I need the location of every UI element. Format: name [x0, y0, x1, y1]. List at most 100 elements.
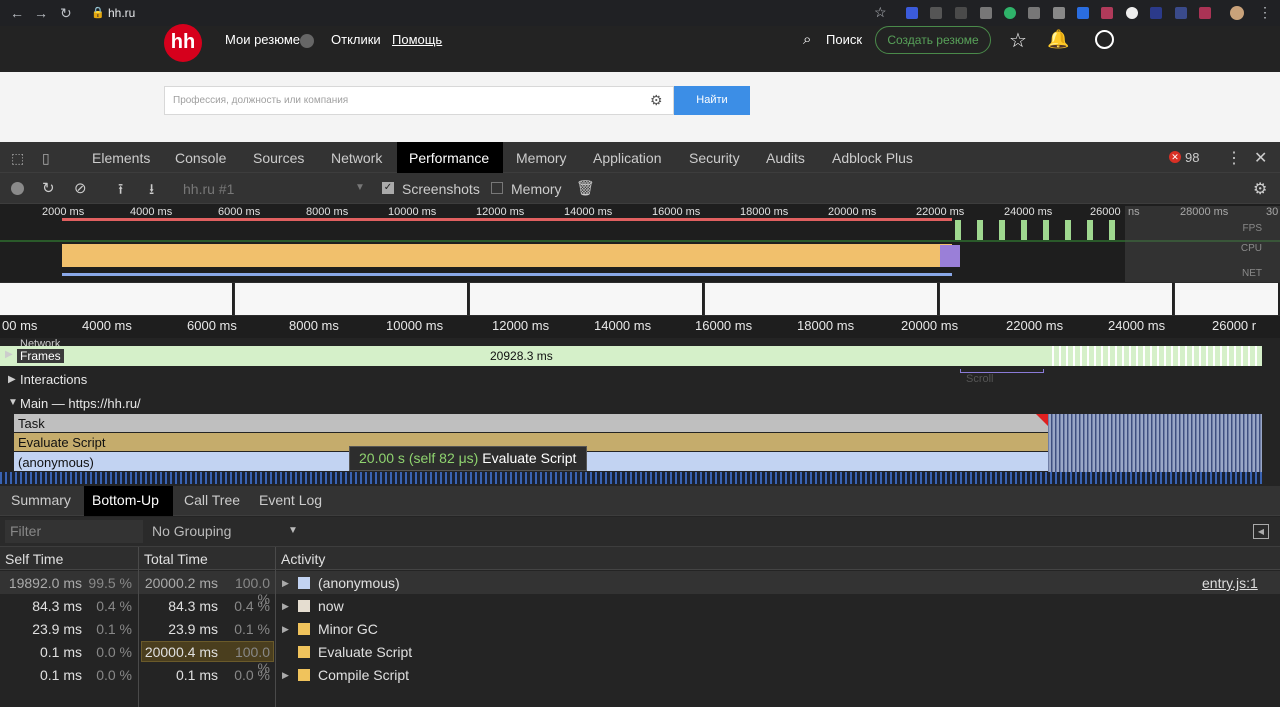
tab-memory[interactable]: Memory	[516, 150, 567, 166]
frames-dense	[1052, 346, 1262, 366]
activity-name: (anonymous)	[318, 575, 400, 591]
favorites-star-icon[interactable]: ☆	[1009, 28, 1027, 53]
table-row[interactable]: 23.9 ms 0.1 % 23.9 ms 0.1 % ▶ Minor GC	[0, 617, 1280, 640]
chevron-down-icon: ▼	[288, 525, 298, 536]
tab-network[interactable]: Network	[331, 150, 382, 166]
tab-summary[interactable]: Summary	[11, 492, 71, 508]
ruler-tick-label: 00 ms	[2, 318, 38, 333]
ruler-tick-label: 12000 ms	[492, 318, 550, 333]
find-button[interactable]: Найти	[674, 86, 750, 115]
tab-bottom-up[interactable]: Bottom-Up	[92, 492, 159, 508]
extension-icon[interactable]	[1053, 7, 1065, 19]
expand-triangle-icon[interactable]: ▶	[282, 670, 289, 681]
net-label: NET	[1242, 268, 1262, 279]
call-stack-stripe	[0, 472, 1262, 484]
tab-audits[interactable]: Audits	[766, 150, 805, 166]
close-icon[interactable]: ✕	[1254, 148, 1267, 168]
nav-my-resumes[interactable]: Мои резюме	[225, 32, 300, 47]
self-time: 84.3 ms	[32, 598, 82, 614]
extension-icon[interactable]	[1150, 7, 1162, 19]
self-time: 0.1 ms	[39, 667, 82, 683]
extension-icon[interactable]	[955, 7, 967, 19]
reload-icon[interactable]: ↻	[60, 5, 72, 22]
screenshots-checkbox[interactable]: ✓	[382, 182, 394, 194]
table-row[interactable]: 84.3 ms 0.4 % 84.3 ms 0.4 % ▶ now	[0, 594, 1280, 617]
table-row[interactable]: 19892.0 ms 99.5 % 20000.2 ms 100.0 % ▶ (anony…	[0, 571, 1280, 607]
menu-icon[interactable]: ⋮	[1258, 4, 1272, 21]
grouping-select[interactable]: No Grouping	[152, 523, 231, 539]
nav-help[interactable]: Помощь	[392, 32, 442, 47]
interactions-label[interactable]: Interactions	[20, 372, 87, 387]
column-activity[interactable]: Activity	[281, 551, 325, 567]
extension-icon[interactable]	[1199, 7, 1211, 19]
collapse-triangle-icon[interactable]: ▼	[8, 397, 18, 408]
settings-gear-icon[interactable]: ⚙	[1253, 179, 1267, 199]
table-row[interactable]: 0.1 ms 0.0 % 0.1 ms 0.0 % ▶ Compile Script	[0, 663, 1280, 686]
profile-icon[interactable]	[1095, 30, 1114, 49]
tab-application[interactable]: Application	[593, 150, 662, 166]
back-icon[interactable]: ←	[10, 5, 24, 21]
memory-checkbox[interactable]	[491, 182, 503, 194]
extension-icon[interactable]	[1101, 7, 1113, 19]
tab-performance[interactable]: Performance	[409, 150, 489, 166]
tab-sources[interactable]: Sources	[253, 150, 304, 166]
filter-settings-icon[interactable]: ⚙	[650, 92, 663, 109]
address-bar[interactable]: hh.ru	[108, 6, 135, 20]
tab-console[interactable]: Console	[175, 150, 226, 166]
sidebar-toggle-icon[interactable]: ◀	[1253, 524, 1269, 539]
search-link[interactable]: Поиск	[826, 32, 862, 47]
expand-triangle-icon[interactable]: ▶	[282, 601, 289, 612]
error-count[interactable]: 98	[1185, 150, 1199, 165]
tab-call-tree[interactable]: Call Tree	[184, 492, 240, 508]
record-icon[interactable]	[11, 182, 24, 195]
total-time-percent: 0.1 %	[234, 621, 270, 637]
bookmark-star-icon[interactable]: ☆	[874, 4, 887, 21]
forward-icon[interactable]: →	[34, 5, 48, 21]
reload-profile-icon[interactable]: ↻	[42, 179, 55, 197]
expand-triangle-icon[interactable]: ▶	[282, 578, 289, 589]
main-thread-label[interactable]: Main — https://hh.ru/	[20, 396, 141, 411]
trash-icon[interactable]: 🗑	[576, 179, 595, 197]
search-input[interactable]: Профессия, должность или компания	[164, 86, 674, 115]
download-icon[interactable]: ⭳	[149, 179, 154, 204]
site-logo[interactable]: hh	[164, 24, 202, 62]
table-row[interactable]: 0.1 ms 0.0 % 20000.4 ms 100.0 % Evaluate Scr…	[0, 640, 1280, 676]
tab-elements[interactable]: Elements	[92, 150, 150, 166]
device-toolbar-icon[interactable]: ▯	[42, 150, 50, 167]
error-icon[interactable]: ✕	[1169, 151, 1181, 163]
tab-security[interactable]: Security	[689, 150, 740, 166]
extension-icon[interactable]	[1077, 7, 1089, 19]
column-self-time[interactable]: Self Time	[5, 551, 63, 567]
upload-icon[interactable]: ⭱	[118, 179, 123, 204]
clear-icon[interactable]: ⊘	[74, 179, 87, 197]
memory-label: Memory	[511, 181, 562, 197]
bell-icon[interactable]: 🔔	[1047, 29, 1069, 50]
tab-adblock-plus[interactable]: Adblock Plus	[832, 150, 913, 166]
extension-icon[interactable]	[980, 7, 992, 19]
self-time-percent: 0.0 %	[96, 667, 132, 683]
category-swatch	[298, 669, 310, 681]
source-link[interactable]: entry.js:1	[1202, 575, 1258, 591]
filter-input[interactable]: Filter	[5, 520, 143, 543]
extension-icon[interactable]	[906, 7, 918, 19]
expand-triangle-icon[interactable]: ▶	[5, 349, 13, 360]
tab-event-log[interactable]: Event Log	[259, 492, 322, 508]
profile-select[interactable]: hh.ru #1	[183, 181, 234, 197]
nav-responses[interactable]: Отклики	[331, 32, 381, 47]
avatar[interactable]	[1230, 6, 1244, 20]
task-bar[interactable]	[14, 414, 1048, 432]
network-track-label[interactable]: Network	[20, 338, 60, 346]
expand-triangle-icon[interactable]: ▶	[8, 374, 16, 385]
search-icon[interactable]: ⌕	[803, 31, 811, 48]
inspect-element-icon[interactable]: ⬚	[11, 150, 24, 167]
extension-icon[interactable]	[930, 7, 942, 19]
expand-triangle-icon[interactable]: ▶	[282, 624, 289, 635]
column-total-time[interactable]: Total Time	[144, 551, 208, 567]
create-resume-button[interactable]: Создать резюме	[875, 26, 991, 54]
extension-icon[interactable]	[1028, 7, 1040, 19]
devtools-menu-icon[interactable]: ⋮	[1226, 148, 1242, 168]
activity-name: Compile Script	[318, 667, 410, 683]
extension-icon[interactable]	[1004, 7, 1016, 19]
extension-icon[interactable]	[1175, 7, 1187, 19]
extension-icon[interactable]	[1126, 7, 1138, 19]
